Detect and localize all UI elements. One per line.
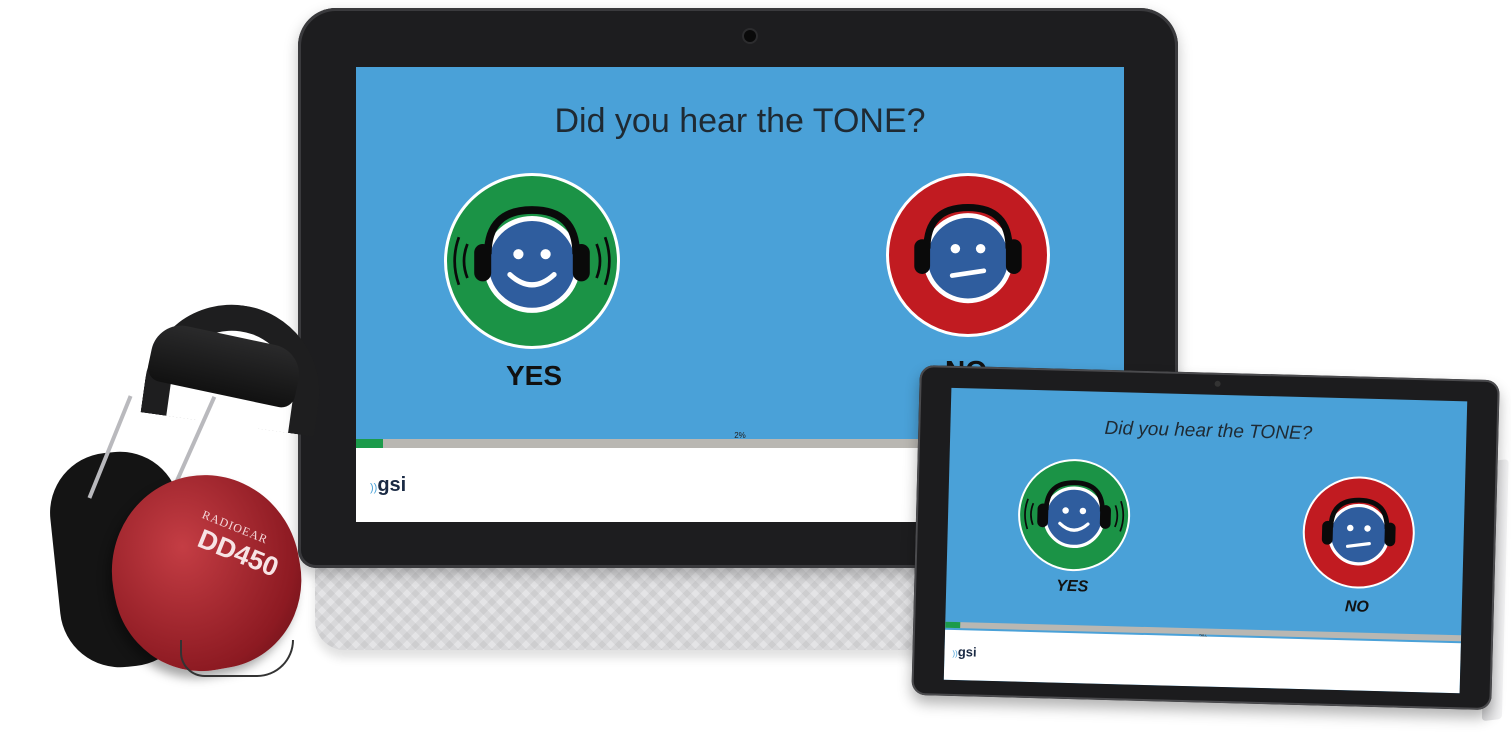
tablet-device: Did you hear the TONE? YES NO))gsi	[911, 365, 1509, 735]
yes-button[interactable]	[444, 173, 620, 349]
headphone-cable	[180, 640, 294, 677]
tablet-yes-label: YES	[1056, 577, 1089, 596]
gsi-logo-text: gsi	[377, 474, 407, 496]
webcam-icon	[744, 30, 756, 42]
tablet-bezel: Did you hear the TONE? YES NO))gsi	[911, 365, 1500, 711]
no-button[interactable]	[886, 173, 1050, 337]
question-heading: Did you hear the TONE?	[554, 102, 926, 140]
tablet-question-heading: Did you hear the TONE?	[1104, 417, 1313, 445]
happy-face-headphones-icon	[453, 206, 611, 313]
happy-face-headphones-icon	[1024, 480, 1125, 549]
tablet-yes-button[interactable]	[1016, 457, 1132, 573]
tablet-camera-icon	[1214, 380, 1221, 387]
tablet-gsi-logo-text: gsi	[957, 644, 977, 660]
yes-label: YES	[505, 360, 563, 391]
tablet-no-button[interactable]	[1301, 475, 1417, 590]
tablet-screen: Did you hear the TONE? YES NO))gsi	[943, 387, 1468, 694]
gsi-logo: ))gsi	[370, 474, 406, 497]
progress-fill	[356, 439, 383, 448]
tablet-gsi-logo: ))gsi	[952, 644, 977, 660]
unsure-face-headphones-icon	[1321, 497, 1396, 566]
unsure-face-headphones-icon	[914, 204, 1022, 304]
tablet-no-label: NO	[1344, 598, 1370, 616]
